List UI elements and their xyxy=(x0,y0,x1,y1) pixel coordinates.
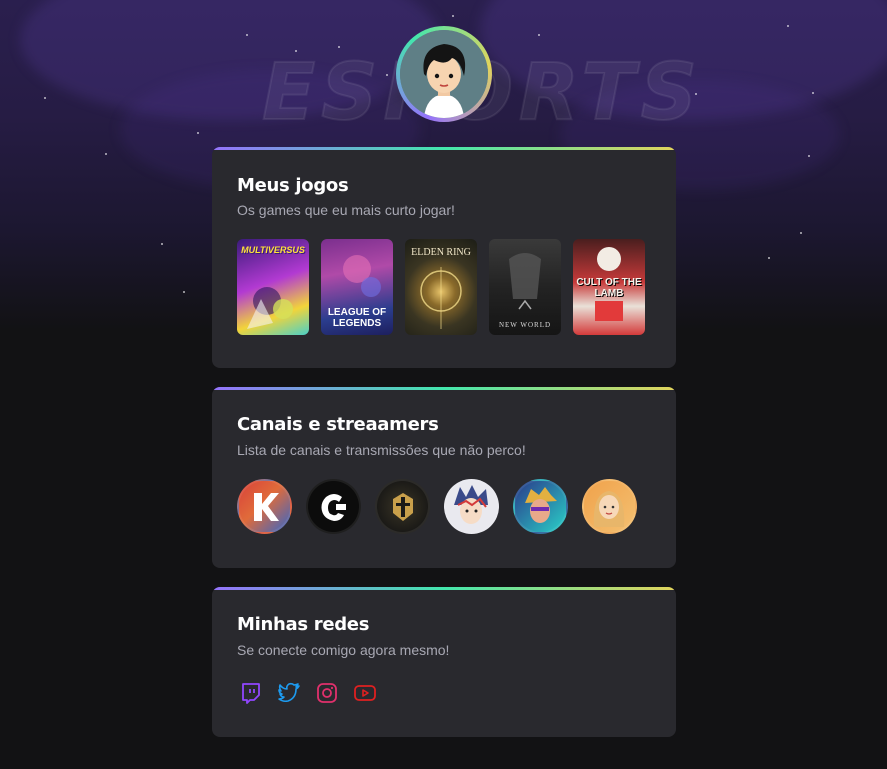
games-card: Meus jogos Os games que eu mais curto jo… xyxy=(212,147,676,368)
twitch-link[interactable] xyxy=(239,681,263,705)
twitter-link[interactable] xyxy=(277,681,301,705)
channels-subtitle: Lista de canais e transmissões que não p… xyxy=(237,442,526,458)
cartoon-boy-avatar-icon xyxy=(400,30,488,118)
channels-card: Canais e streaamers Lista de canais e tr… xyxy=(212,387,676,568)
games-list: MULTIVERSUS LEAGUE OF LEGENDS ELDEN RING… xyxy=(237,239,645,335)
girl-portrait-icon xyxy=(593,491,625,527)
channels-list xyxy=(237,479,637,534)
game-caption: CULT OF THE LAMB xyxy=(576,277,642,299)
socials-card: Minhas redes Se conecte comigo agora mes… xyxy=(212,587,676,737)
game-caption: MULTIVERSUS xyxy=(241,245,305,255)
channel-avatar[interactable] xyxy=(582,479,637,534)
socials-subtitle: Se conecte comigo agora mesmo! xyxy=(237,642,450,658)
instagram-icon xyxy=(317,683,337,703)
channel-avatar[interactable] xyxy=(444,479,499,534)
game-cover-multiversus[interactable]: MULTIVERSUS xyxy=(237,239,309,335)
youtube-icon xyxy=(354,685,376,701)
game-cover-elden-ring[interactable]: ELDEN RING xyxy=(405,239,477,335)
anime-character-icon xyxy=(454,485,488,524)
game-caption: NEW WORLD xyxy=(498,321,552,329)
hero-character-icon xyxy=(525,487,557,523)
game-caption: LEAGUE OF LEGENDS xyxy=(327,307,387,329)
twitter-icon xyxy=(278,682,300,703)
twitch-icon xyxy=(242,683,260,704)
profile-avatar xyxy=(396,26,492,122)
channel-avatar[interactable] xyxy=(375,479,430,534)
socials-list xyxy=(239,681,377,705)
game-cover-cult-of-the-lamb[interactable]: CULT OF THE LAMB xyxy=(573,239,645,335)
instagram-link[interactable] xyxy=(315,681,339,705)
golden-helmet-icon xyxy=(392,492,413,521)
youtube-link[interactable] xyxy=(353,681,377,705)
games-subtitle: Os games que eu mais curto jogar! xyxy=(237,202,455,218)
channel-avatar[interactable] xyxy=(237,479,292,534)
k-logo-icon xyxy=(253,492,279,521)
game-cover-league-of-legends[interactable]: LEAGUE OF LEGENDS xyxy=(321,239,393,335)
game-cover-new-world[interactable]: NEW WORLD xyxy=(489,239,561,335)
c-logo-icon xyxy=(321,493,346,521)
game-caption: ELDEN RING xyxy=(411,247,471,258)
channel-avatar[interactable] xyxy=(513,479,568,534)
games-title: Meus jogos xyxy=(237,175,349,196)
socials-title: Minhas redes xyxy=(237,614,370,635)
channel-avatar[interactable] xyxy=(306,479,361,534)
channels-title: Canais e streaamers xyxy=(237,414,439,435)
